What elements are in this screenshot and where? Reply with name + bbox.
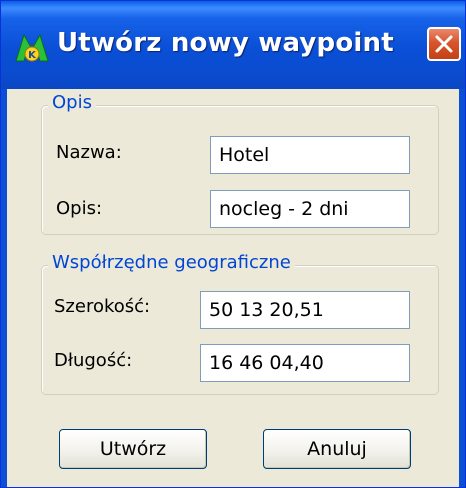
description-field[interactable]	[210, 190, 410, 228]
description-label: Opis:	[56, 198, 103, 219]
cancel-button[interactable]: Anuluj	[263, 429, 411, 469]
svg-text:K: K	[28, 50, 37, 61]
coordinates-group-legend: Współrzędne geograficzne	[48, 252, 295, 273]
title-bar[interactable]: K Utwórz nowy waypoint	[1, 1, 465, 89]
coordinates-group: Współrzędne geograficzne Szerokość: Dług…	[41, 252, 439, 395]
latitude-label: Szerokość:	[54, 296, 151, 317]
create-button[interactable]: Utwórz	[59, 429, 207, 469]
name-label: Nazwa:	[56, 142, 122, 163]
latitude-field[interactable]	[200, 291, 410, 329]
window-title: Utwórz nowy waypoint	[57, 28, 394, 58]
app-logo-icon: K	[15, 29, 49, 63]
description-group-legend: Opis	[48, 92, 96, 113]
window-frame-right	[459, 89, 465, 487]
close-icon	[435, 35, 453, 53]
description-group: Opis Nazwa: Opis:	[41, 92, 439, 235]
dialog-window: K Utwórz nowy waypoint Opis Nazwa: Opis:…	[0, 0, 466, 488]
longitude-field[interactable]	[200, 344, 410, 382]
longitude-label: Długość:	[54, 350, 133, 371]
close-button[interactable]	[427, 27, 461, 61]
name-field[interactable]	[210, 136, 410, 174]
dialog-content: Opis Nazwa: Opis: Współrzędne geograficz…	[7, 89, 459, 487]
